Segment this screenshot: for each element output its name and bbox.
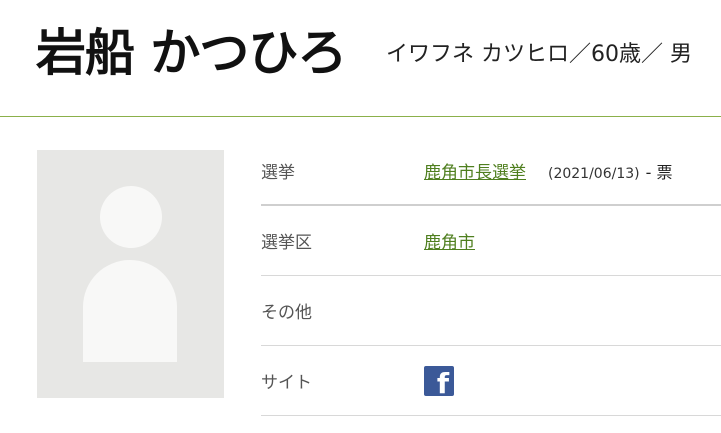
- candidate-photo-placeholder: [37, 150, 224, 398]
- election-label: 選挙: [261, 163, 295, 183]
- candidate-info-table: 選挙 鹿角市長選挙 (2021/06/13) - 票 選挙区 鹿角市 その他 サイト…: [261, 136, 721, 416]
- person-silhouette-icon: [100, 186, 162, 248]
- info-row-election: 選挙 鹿角市長選挙 (2021/06/13) - 票: [261, 136, 721, 206]
- election-value: 鹿角市長選挙 (2021/06/13) - 票: [424, 158, 673, 183]
- election-votes: - 票: [645, 163, 673, 182]
- person-silhouette-body: [83, 260, 177, 362]
- facebook-icon[interactable]: f: [424, 366, 454, 400]
- info-row-district: 選挙区 鹿角市: [261, 206, 721, 276]
- election-date: (2021/06/13): [548, 166, 640, 182]
- district-value: 鹿角市: [424, 228, 475, 253]
- info-row-site: サイト f: [261, 346, 721, 416]
- facebook-glyph: f: [436, 367, 449, 400]
- district-label: 選挙区: [261, 233, 312, 253]
- other-label: その他: [261, 303, 312, 323]
- info-row-other: その他: [261, 276, 721, 346]
- profile-header: 岩船 かつひろ イワフネ カツヒロ／60歳／ 男: [0, 0, 721, 117]
- candidate-reading-age-gender: イワフネ カツヒロ／60歳／ 男: [386, 42, 692, 67]
- site-label: サイト: [261, 373, 312, 393]
- election-link[interactable]: 鹿角市長選挙: [424, 163, 526, 183]
- district-link[interactable]: 鹿角市: [424, 233, 475, 253]
- candidate-name: 岩船 かつひろ: [36, 24, 347, 82]
